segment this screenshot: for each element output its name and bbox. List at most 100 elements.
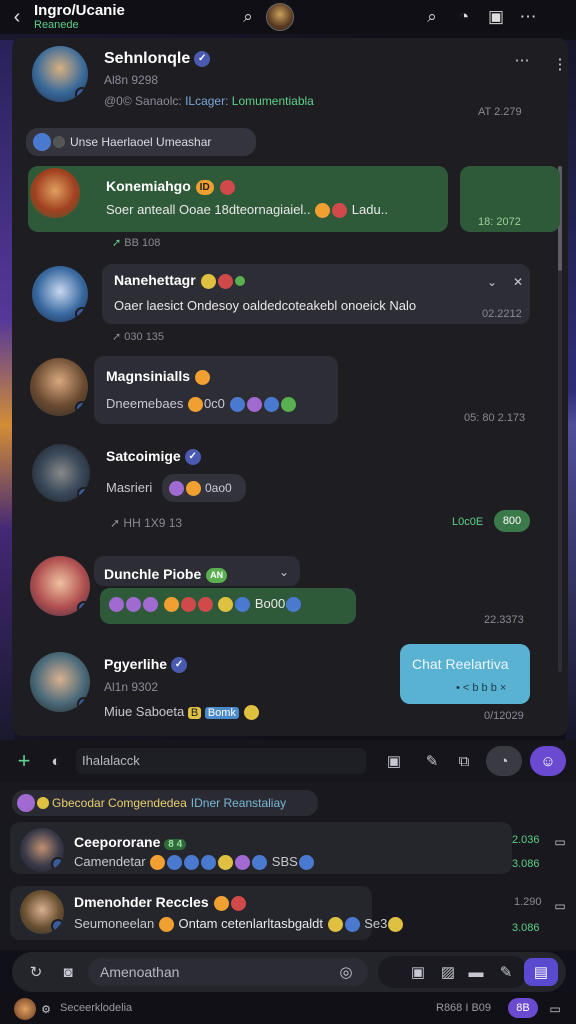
image-icon[interactable]: ▣: [406, 960, 430, 984]
avatar[interactable]: [266, 3, 294, 31]
message-text: Soer anteall Ooae 18dteornagiaiel..: [106, 202, 315, 217]
header-more-icon[interactable]: ⋯: [510, 48, 534, 72]
forward-icon: ➚: [110, 516, 121, 530]
message-time: 05: 80 2.173: [464, 412, 526, 424]
verified-icon: ✓: [194, 50, 211, 67]
reaction-icon: [194, 369, 210, 385]
outgoing-meta: • < b b b ×: [456, 682, 507, 694]
footer-label: Seceerklodelia: [60, 1002, 133, 1014]
chevron-down-icon[interactable]: ⌄: [272, 560, 296, 584]
sender-name: Pgyerlihe: [104, 656, 168, 672]
message-time: 22.3373: [484, 614, 524, 626]
attach-icon[interactable]: ◎: [334, 960, 358, 984]
verified-icon: ✓: [171, 657, 188, 674]
chat-title: Ingro/Ucanie: [34, 2, 125, 19]
footer-status: R868 I B09: [436, 1002, 492, 1014]
profile-avatar[interactable]: [32, 46, 88, 102]
footer-bar: ⚙ Seceerklodelia R868 I B09 8B ▭: [0, 994, 576, 1024]
message-text: Miue Saboeta: [104, 704, 185, 719]
back-arrow-icon[interactable]: ‹: [0, 6, 34, 29]
reply-arrow-icon: ➚: [112, 237, 122, 249]
pinned-message-pill[interactable]: Unse Haerlaoel Umeashar: [26, 128, 256, 156]
outgoing-message-text: Chat Reelartiva: [412, 656, 509, 672]
conversation-list: Gbecodar Comgendedea IDner Reanstaliay C…: [0, 782, 576, 950]
message-avatar[interactable]: [32, 266, 88, 322]
add-icon[interactable]: +: [12, 748, 36, 773]
message-bubble[interactable]: [94, 356, 338, 424]
scrollbar[interactable]: [558, 166, 562, 672]
calendar-icon[interactable]: ▣: [382, 749, 406, 773]
vertical-menu-icon[interactable]: ⋮: [548, 52, 572, 76]
reply-arrow-icon: ➚: [112, 331, 122, 343]
message-avatar[interactable]: [30, 556, 90, 616]
footer-avatar[interactable]: [14, 998, 36, 1020]
footer-badge[interactable]: 8B: [508, 998, 538, 1018]
message-avatar[interactable]: [30, 358, 88, 416]
profile-status: @0© Sanaolc: ILcager: Lomumentiabla: [104, 94, 314, 108]
message-avatar[interactable]: [32, 444, 90, 502]
top-bar: ‹ Ingro/Ucanie Reanede ⌕ ⌕ ◔ ▣ ⋯: [0, 0, 576, 34]
chevron-down-icon[interactable]: ⌄: [480, 270, 504, 294]
sender-name: Konemiahgo: [106, 178, 191, 194]
message-icon[interactable]: ▭: [548, 830, 572, 854]
sender-name: Magnsinialls: [106, 368, 191, 384]
status-text: L0c0E: [452, 516, 484, 528]
close-icon[interactable]: ✕: [506, 270, 530, 294]
gallery-icon[interactable]: ▨: [436, 960, 460, 984]
outgoing-bubble[interactable]: [400, 644, 530, 704]
chat-title-block[interactable]: Ingro/Ucanie Reanede: [34, 2, 204, 32]
mic-icon[interactable]: ◐: [44, 749, 68, 773]
chat-subtitle: Reanede: [34, 19, 79, 31]
list-item-name: Ceepororane: [74, 834, 161, 850]
send-icon: ▤: [533, 964, 549, 981]
timer-icon: ◔: [499, 752, 509, 770]
pin-icon: [53, 136, 65, 148]
message-input[interactable]: Ihalalacck: [76, 748, 366, 774]
chat-panel: Sehnlonqle ✓ Al8n 9298 @0© Sanaolc: ILcag…: [12, 38, 568, 736]
message-icon[interactable]: ▭: [548, 894, 572, 918]
draw-icon[interactable]: ✎: [494, 960, 518, 984]
verified-icon: ✓: [184, 449, 201, 466]
more-menu-icon[interactable]: ⋯: [516, 5, 540, 29]
sender-tag: AN: [206, 567, 228, 583]
message-time: 02.2212: [482, 308, 522, 320]
timer-button[interactable]: ◔: [486, 746, 522, 776]
calendar-icon[interactable]: ▣: [484, 5, 508, 29]
list-avatar[interactable]: [20, 890, 64, 934]
header-time: AT 2.279: [478, 106, 522, 118]
sender-name: Dunchle Piobe: [104, 566, 202, 582]
list-item-text: Camendetar: [74, 854, 146, 869]
tag-blue: Bomk: [204, 707, 239, 719]
sticker-icon[interactable]: ↻: [24, 960, 48, 984]
camera-icon[interactable]: ◙: [56, 960, 80, 984]
list-avatar[interactable]: [20, 828, 64, 872]
clock-icon[interactable]: ◔: [452, 5, 476, 29]
list-item-tag: 8 4: [164, 839, 187, 850]
sender-id: Al1n 9302: [104, 680, 159, 694]
message-bubble[interactable]: [28, 166, 448, 232]
message-avatar-front[interactable]: [30, 168, 80, 218]
tag-yellow: B: [187, 707, 202, 719]
sender-tag: ID: [195, 179, 214, 195]
message-avatar[interactable]: [30, 652, 90, 712]
copy-icon[interactable]: ⧉: [452, 749, 476, 773]
side-time: 18: 2072: [478, 216, 521, 228]
draw-icon[interactable]: ✎: [420, 749, 444, 773]
list-item-time: 2.036: [512, 834, 540, 846]
reaction-pill[interactable]: 0ao0: [162, 474, 246, 502]
search-icon[interactable]: ⌕: [420, 5, 444, 29]
search-icon-small[interactable]: ⌕: [236, 5, 260, 29]
message-text: Masrieri: [106, 480, 153, 495]
pin-avatar-icon: [33, 133, 51, 151]
list-item-time: 1.290: [514, 896, 542, 908]
sender-name: Satcoimige: [106, 448, 181, 464]
settings-icon[interactable]: ⚙: [36, 997, 56, 1021]
list-banner[interactable]: Gbecodar Comgendedea IDner Reanstaliay: [12, 790, 318, 816]
video-icon[interactable]: ▬: [464, 960, 488, 984]
message-meta: HH 1X9 13: [123, 516, 183, 530]
compose-input[interactable]: Amenoathan: [88, 958, 368, 986]
emoji-icon: ☺: [540, 752, 556, 770]
chat-icon[interactable]: ▭: [544, 997, 566, 1021]
send-button[interactable]: ▤: [524, 958, 558, 986]
emoji-button[interactable]: ☺: [530, 746, 566, 776]
